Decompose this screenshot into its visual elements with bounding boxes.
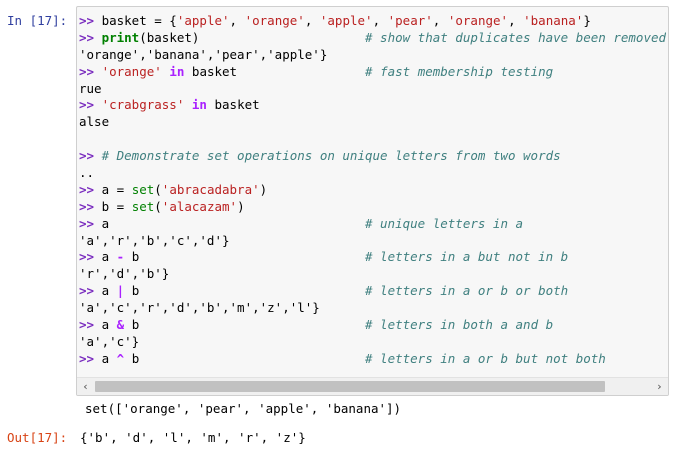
code-line: 'a','c','r','d','b','m','z','l'} xyxy=(79,300,320,316)
code-line: >> a & b # letters in both a and b xyxy=(79,317,554,333)
code-line: 'orange','banana','pear','apple'} xyxy=(79,46,328,62)
code-line: >> a | b # letters in a or b or both xyxy=(79,283,569,299)
code-line: 'a','c'} xyxy=(79,333,140,349)
code-line: >> 'orange' in basket # fast membership … xyxy=(79,63,554,79)
code-line: >> print(basket) # show that duplicates … xyxy=(79,29,666,45)
scrollbar-thumb[interactable] xyxy=(95,381,605,392)
code-line: .. xyxy=(79,165,95,181)
code-line: rue xyxy=(79,80,102,96)
code-line: alse xyxy=(79,114,110,130)
code-line: 'a','r','b','c','d'} xyxy=(79,232,230,248)
scroll-right-icon[interactable]: › xyxy=(651,378,668,395)
horizontal-scrollbar[interactable]: ‹ › xyxy=(77,377,668,395)
code-line: 'r','d','b'} xyxy=(79,266,170,282)
cell-result: {'b', 'd', 'l', 'm', 'r', 'z'} xyxy=(80,430,306,445)
code-line: >> b = set('alacazam') xyxy=(79,198,245,214)
cell-stdout: set(['orange', 'pear', 'apple', 'banana'… xyxy=(85,401,402,416)
code-line: >> a # unique letters in a xyxy=(79,215,524,231)
code-cell-editor[interactable]: >> basket = {'apple', 'orange', 'apple',… xyxy=(76,6,669,396)
output-prompt: Out[17]: xyxy=(7,430,68,445)
code-line: >> 'crabgrass' in basket xyxy=(79,97,260,113)
code-line: >> # Demonstrate set operations on uniqu… xyxy=(79,148,561,164)
code-line: >> basket = {'apple', 'orange', 'apple',… xyxy=(79,13,591,28)
code-line: >> a = set('abracadabra') xyxy=(79,181,268,197)
scroll-left-icon[interactable]: ‹ xyxy=(77,378,94,395)
code-line: >> a - b # letters in a but not in b xyxy=(79,249,569,265)
code-line: >> a ^ b # letters in a or b but not bot… xyxy=(79,350,606,366)
input-prompt: In [17]: xyxy=(7,13,68,28)
code-area[interactable]: >> basket = {'apple', 'orange', 'apple',… xyxy=(79,13,666,373)
